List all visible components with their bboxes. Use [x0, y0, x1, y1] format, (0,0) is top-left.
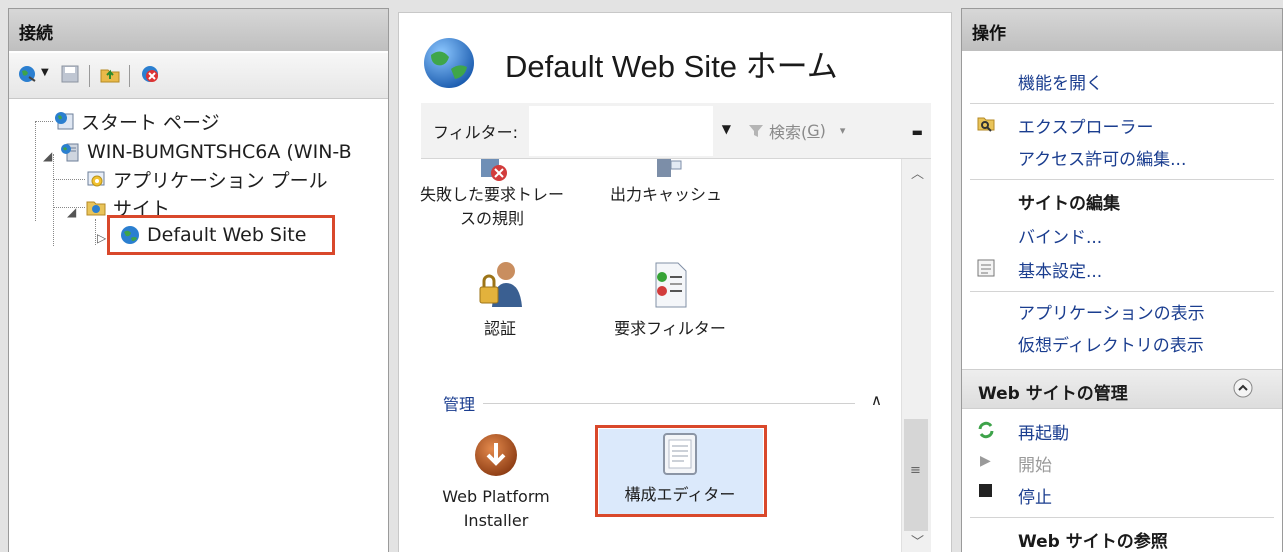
basic-settings-icon: [977, 259, 995, 277]
feature-scrollbar[interactable]: ︿ ≡ ﹀: [901, 159, 931, 552]
divider: [970, 291, 1274, 292]
action-view-applications[interactable]: アプリケーションの表示: [1018, 299, 1205, 324]
filter-bar: フィルター: ▼ 検索(G) ▾ ▬: [421, 103, 931, 159]
edit-site-heading: サイトの編集: [1018, 194, 1120, 214]
explore-icon: [977, 117, 995, 132]
toolbar-divider: [89, 65, 90, 87]
globe-icon: [424, 38, 474, 88]
action-open-feature[interactable]: 機能を開く: [1018, 69, 1103, 94]
collapse-group-icon[interactable]: ∧: [871, 391, 882, 409]
feature-view-pane: Default Web Site ホーム フィルター: ▼ 検索(G) ▾ ▬ …: [398, 12, 952, 552]
chevron-down-icon[interactable]: ▾: [840, 124, 846, 137]
toolbar-overflow-icon[interactable]: ▬: [912, 125, 923, 139]
funnel-icon: [749, 124, 763, 137]
tree-line: [53, 179, 85, 180]
connections-toolbar: ▼: [9, 53, 388, 99]
up-folder-icon[interactable]: [99, 63, 121, 85]
request-filter-icon: [655, 262, 687, 308]
search-label-suffix: ): [819, 121, 826, 140]
highlight-box: [595, 425, 767, 517]
restart-icon: [978, 421, 994, 439]
stop-icon: [979, 484, 992, 497]
feature-label: 失敗した要求トレー: [419, 185, 564, 204]
web-platform-installer-icon: [475, 434, 517, 476]
sites-folder-icon: [86, 201, 106, 216]
actions-pane: 操作 機能を開く エクスプローラー アクセス許可の編集... サイトの編集 バイ…: [961, 8, 1283, 552]
search-label-key: G: [807, 121, 820, 140]
action-view-virtual-dirs[interactable]: 仮想ディレクトリの表示: [1018, 331, 1204, 356]
search-button[interactable]: 検索(G) ▾: [747, 119, 845, 143]
play-icon: ▶: [980, 453, 991, 469]
feature-request-filtering[interactable]: 要求フィルター: [605, 259, 735, 341]
action-basic-settings[interactable]: 基本設定...: [1018, 257, 1102, 282]
authentication-icon: [479, 262, 522, 307]
tree-item-app-pools[interactable]: アプリケーション プール: [85, 165, 328, 193]
action-start[interactable]: 開始: [1018, 451, 1052, 476]
connections-header: 接続: [9, 9, 388, 51]
highlight-box: [107, 215, 335, 255]
grip-icon: ≡: [910, 463, 921, 478]
group-divider: [483, 403, 855, 404]
action-stop[interactable]: 停止: [1018, 483, 1052, 508]
output-cache-icon: [657, 159, 682, 177]
chevron-down-icon[interactable]: ▼: [722, 122, 731, 136]
actions-header: 操作: [962, 9, 1282, 51]
feature-label: Web Platform: [442, 487, 550, 506]
action-explore[interactable]: エクスプローラー: [1018, 113, 1154, 138]
feature-label: Installer: [463, 511, 529, 530]
collapse-arrow-icon[interactable]: ◢: [67, 205, 76, 219]
feature-label: 認証: [483, 319, 516, 338]
tree-item-start-page[interactable]: スタート ページ: [53, 107, 220, 135]
manage-heading: Web サイトの管理: [978, 384, 1128, 404]
tree-line: [35, 121, 36, 221]
filter-input[interactable]: ▼: [529, 105, 731, 156]
feature-label: 出力キャッシュ: [609, 185, 722, 204]
connect-icon[interactable]: [17, 63, 39, 85]
feature-output-caching[interactable]: 出力キャッシュ: [601, 159, 731, 207]
scroll-thumb[interactable]: ≡: [904, 419, 928, 531]
feature-label: スの規則: [459, 209, 524, 228]
expand-arrow-icon[interactable]: ▷: [97, 231, 106, 245]
disconnect-icon[interactable]: [139, 63, 161, 85]
server-icon: [61, 143, 79, 162]
save-icon[interactable]: [59, 63, 81, 85]
filter-label: フィルター:: [433, 122, 519, 142]
action-bindings[interactable]: バインド...: [1018, 223, 1102, 248]
feature-web-platform-installer[interactable]: Web Platform Installer: [429, 431, 563, 533]
toolbar-divider: [129, 65, 130, 87]
connections-pane: 接続 ▼ スタート ページ ◢ WIN-BUMGNTSHC6A (WIN-B ア…: [8, 8, 389, 552]
tree-item-label: WIN-BUMGNTSHC6A (WIN-B: [87, 141, 352, 163]
tree-line: [53, 154, 54, 246]
collapse-arrow-icon[interactable]: ◢: [43, 149, 52, 163]
feature-label: 要求フィルター: [614, 319, 726, 338]
scroll-up-icon[interactable]: ︿: [911, 163, 924, 182]
action-edit-permissions[interactable]: アクセス許可の編集...: [1018, 145, 1186, 170]
divider: [970, 103, 1274, 104]
tree-item-label: アプリケーション プール: [113, 169, 328, 192]
chevron-down-icon[interactable]: ▼: [41, 67, 49, 78]
start-page-icon: [55, 112, 74, 130]
collapse-section-icon[interactable]: [1232, 377, 1254, 399]
page-title: Default Web Site ホーム: [505, 49, 838, 84]
action-restart[interactable]: 再起動: [1018, 419, 1069, 444]
tree-item-label: スタート ページ: [81, 111, 220, 134]
search-label-prefix: 検索(: [769, 122, 808, 142]
failed-request-icon: [481, 159, 507, 181]
divider: [970, 179, 1274, 180]
feature-authentication[interactable]: 認証: [455, 259, 545, 341]
tree-item-server[interactable]: WIN-BUMGNTSHC6A (WIN-B: [59, 138, 352, 166]
feature-failed-request-tracing[interactable]: 失敗した要求トレー スの規則: [417, 159, 567, 231]
divider: [970, 517, 1274, 518]
scroll-down-icon[interactable]: ﹀: [911, 531, 924, 550]
tree-line: [35, 121, 53, 122]
browse-heading: Web サイトの参照: [1018, 532, 1168, 552]
group-header-management: 管理: [443, 395, 476, 414]
tree-line: [95, 219, 96, 245]
app-pool-icon: [87, 171, 105, 187]
